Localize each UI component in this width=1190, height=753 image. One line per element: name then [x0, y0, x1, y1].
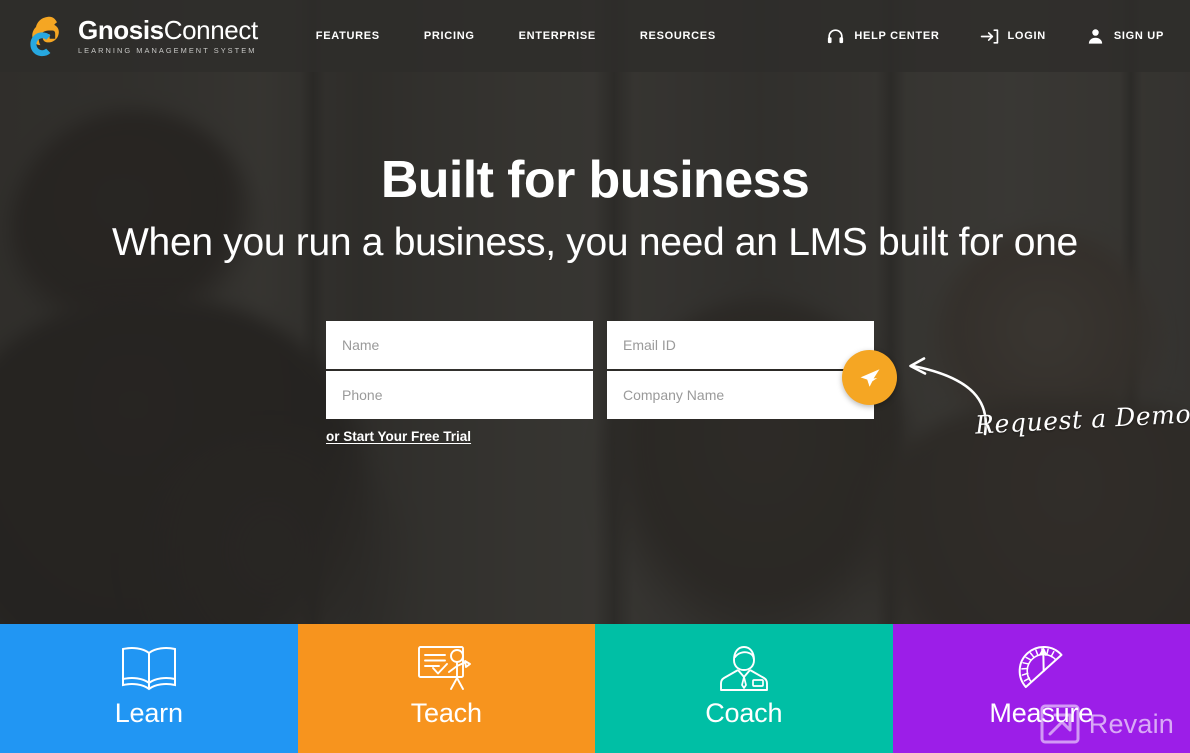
- tile-coach-icon-wrap: [716, 642, 772, 694]
- tile-teach[interactable]: Teach: [297, 624, 595, 753]
- page-root: GnosisConnect LEARNING MANAGEMENT SYSTEM…: [0, 0, 1190, 753]
- trial-link-row: or Start Your Free Trial: [326, 428, 874, 446]
- utility-nav: HELP CENTER LOGIN SIGN UP: [826, 27, 1164, 46]
- page-title: Built for business: [380, 151, 810, 209]
- nav-sign-up-label: SIGN UP: [1113, 30, 1164, 42]
- tile-learn-icon-wrap: [119, 642, 179, 694]
- nav-link-enterprise[interactable]: ENTERPRISE: [519, 30, 596, 42]
- brand-name-light: Connect: [163, 15, 258, 46]
- tile-coach-label: Coach: [705, 698, 783, 728]
- nav-login[interactable]: LOGIN: [980, 27, 1046, 46]
- brand-tagline: LEARNING MANAGEMENT SYSTEM: [78, 46, 257, 56]
- headset-icon: [828, 28, 844, 43]
- nav-sign-up[interactable]: SIGN UP: [1086, 27, 1164, 46]
- nav-link-pricing[interactable]: PRICING: [424, 30, 475, 42]
- open-book-icon: [121, 647, 176, 691]
- tile-learn[interactable]: Learn: [0, 624, 298, 753]
- submit-request-demo-button[interactable]: [842, 350, 897, 405]
- tile-teach-label: Teach: [410, 698, 482, 728]
- tile-measure[interactable]: Measure: [892, 624, 1190, 753]
- paper-plane-send-icon: [860, 368, 879, 387]
- form-fields-grid: [326, 321, 874, 419]
- nav-link-resources[interactable]: RESOURCES: [640, 30, 716, 42]
- phone-input[interactable]: [326, 371, 593, 419]
- gnosis-gc-logo-icon: [30, 16, 59, 57]
- tile-measure-icon-wrap: [1013, 642, 1069, 694]
- tile-measure-label: Measure: [989, 698, 1094, 728]
- nav-help-center-label: HELP CENTER: [854, 30, 940, 42]
- primary-nav: FEATURES PRICING ENTERPRISE RESOURCES: [316, 30, 716, 42]
- start-free-trial-link[interactable]: or Start Your Free Trial: [326, 429, 471, 444]
- login-arrow-icon: [980, 28, 998, 44]
- email-input[interactable]: [607, 321, 874, 369]
- nav-help-center[interactable]: HELP CENTER: [826, 27, 939, 46]
- top-navigation-bar: GnosisConnect LEARNING MANAGEMENT SYSTEM…: [0, 0, 1190, 72]
- hero-subtitle: When you run a business, you need an LMS…: [112, 221, 1078, 265]
- protractor-gauge-icon: [1018, 645, 1063, 689]
- brand-name: GnosisConnect: [78, 17, 258, 43]
- whiteboard-presenter-icon: [418, 646, 472, 690]
- name-input[interactable]: [326, 321, 593, 369]
- brand-logo[interactable]: GnosisConnect LEARNING MANAGEMENT SYSTEM: [24, 14, 258, 58]
- tile-coach[interactable]: Coach: [595, 624, 893, 753]
- person-suit-icon: [719, 646, 768, 691]
- person-icon: [1088, 28, 1103, 44]
- nav-link-features[interactable]: FEATURES: [316, 30, 380, 42]
- brand-name-bold: Gnosis: [78, 15, 164, 46]
- tile-learn-label: Learn: [114, 698, 183, 728]
- feature-tiles: Learn Teach Coach Measure: [0, 624, 1190, 753]
- lead-capture-form: or Start Your Free Trial: [326, 321, 897, 446]
- company-name-input[interactable]: [607, 371, 874, 419]
- tile-teach-icon-wrap: [415, 642, 477, 694]
- brand-logo-text: GnosisConnect LEARNING MANAGEMENT SYSTEM: [78, 17, 258, 54]
- nav-login-label: LOGIN: [1007, 30, 1046, 42]
